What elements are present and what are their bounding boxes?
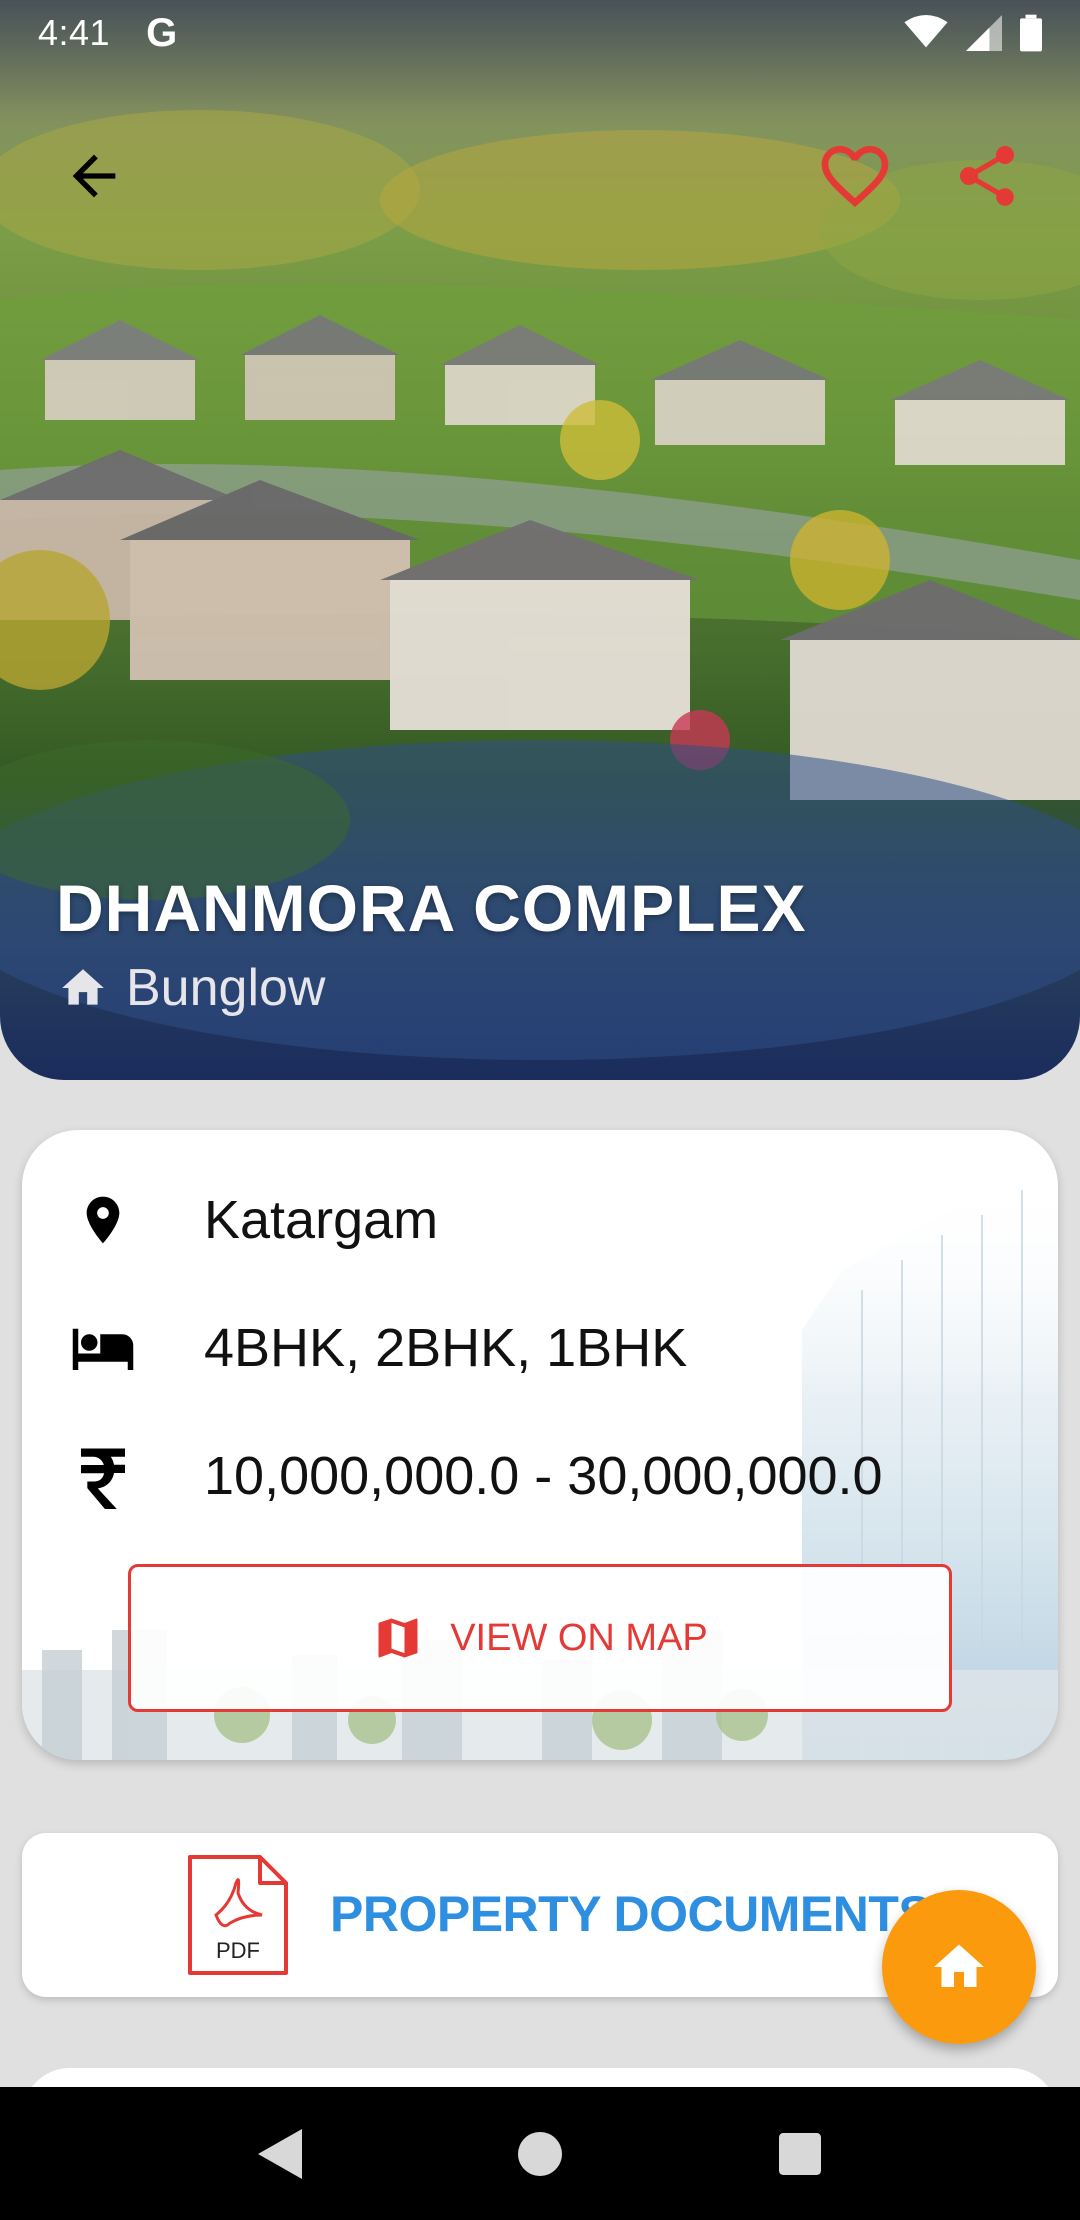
battery-icon bbox=[1020, 14, 1042, 52]
configuration-text: 4BHK, 2BHK, 1BHK bbox=[204, 1318, 688, 1378]
property-details-card: Katargam 4BHK, 2BHK, 1BHK 10,000,000.0 -… bbox=[22, 1130, 1058, 1760]
view-on-map-button[interactable]: VIEW ON MAP bbox=[128, 1564, 952, 1712]
home-fab[interactable] bbox=[882, 1890, 1036, 2044]
property-documents-label: PROPERTY DOCUMENTS bbox=[330, 1886, 932, 1942]
map-icon bbox=[378, 1618, 418, 1658]
location-row: Katargam bbox=[68, 1185, 438, 1255]
favorite-button[interactable] bbox=[805, 126, 905, 226]
property-type: Bunglow bbox=[58, 958, 325, 1018]
status-time: 4:41 bbox=[38, 12, 111, 53]
price-row: 10,000,000.0 - 30,000,000.0 bbox=[68, 1441, 883, 1511]
nav-recents-icon bbox=[779, 2132, 821, 2175]
property-title: DHANMORA COMPLEX bbox=[56, 871, 807, 945]
google-g-icon: G bbox=[146, 10, 178, 55]
pdf-icon-text: PDF bbox=[216, 1938, 260, 1963]
back-button[interactable] bbox=[44, 126, 144, 226]
nav-back-button[interactable] bbox=[240, 2114, 320, 2194]
view-on-map-label: VIEW ON MAP bbox=[450, 1616, 708, 1659]
rupee-icon bbox=[81, 1448, 125, 1509]
home-icon bbox=[62, 969, 104, 1005]
location-pin-icon bbox=[86, 1196, 120, 1244]
home-icon bbox=[934, 1944, 984, 1987]
property-type-label: Bunglow bbox=[126, 959, 326, 1017]
wifi-icon bbox=[904, 15, 948, 48]
nav-home-button[interactable] bbox=[500, 2114, 580, 2194]
bed-icon bbox=[72, 1328, 134, 1370]
location-text: Katargam bbox=[204, 1190, 439, 1250]
pdf-icon: PDF bbox=[188, 1855, 288, 1975]
nav-recents-button[interactable] bbox=[760, 2114, 840, 2194]
system-nav-bar bbox=[0, 2087, 1080, 2220]
arrow-back-icon bbox=[72, 154, 116, 198]
share-button[interactable] bbox=[937, 126, 1037, 226]
nav-back-icon bbox=[258, 2128, 302, 2179]
configuration-row: 4BHK, 2BHK, 1BHK bbox=[68, 1313, 687, 1383]
hero-image: DHANMORA COMPLEX Bunglow bbox=[0, 0, 1080, 1080]
share-icon bbox=[960, 146, 1014, 206]
price-text: 10,000,000.0 - 30,000,000.0 bbox=[204, 1446, 883, 1506]
status-bar: 4:41 G bbox=[0, 0, 1080, 66]
nav-home-icon bbox=[518, 2131, 562, 2176]
heart-outline-icon bbox=[821, 146, 889, 208]
signal-icon bbox=[966, 15, 1002, 51]
